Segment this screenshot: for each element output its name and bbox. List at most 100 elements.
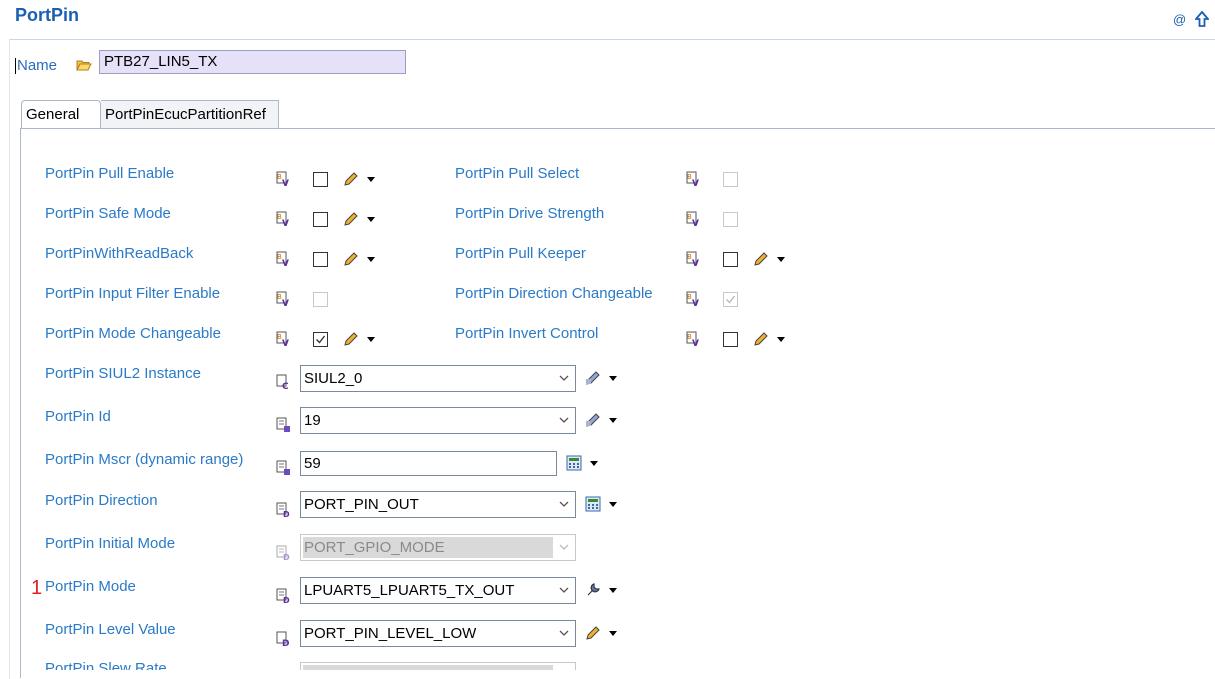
page-title: PortPin bbox=[15, 5, 80, 25]
chevron-down-icon bbox=[559, 417, 569, 423]
level-value-select[interactable]: PORT_PIN_LEVEL_LOW bbox=[300, 620, 576, 647]
dropdown-arrow-icon[interactable] bbox=[609, 376, 617, 381]
svg-text:V: V bbox=[692, 219, 699, 227]
left-divider bbox=[9, 39, 10, 679]
svg-text:D: D bbox=[283, 553, 290, 561]
mode-value: LPUART5_LPUART5_TX_OUT bbox=[304, 582, 515, 599]
param-label-pull-enable: PortPin Pull Enable bbox=[45, 165, 175, 182]
calculated-pencil-icon[interactable] bbox=[585, 370, 601, 386]
param-label-direction-changeable: PortPin Direction Changeable bbox=[455, 285, 653, 302]
dropdown-arrow-icon[interactable] bbox=[777, 257, 785, 262]
svg-text:D: D bbox=[282, 639, 289, 647]
svg-text:V: V bbox=[282, 179, 289, 187]
pencil-icon[interactable] bbox=[343, 331, 359, 347]
id-select[interactable]: 19 bbox=[300, 407, 576, 434]
svg-text:B: B bbox=[277, 333, 282, 341]
dropdown-arrow-icon[interactable] bbox=[590, 461, 598, 466]
checkbox-input-filter-enable[interactable] bbox=[313, 292, 328, 307]
initial-mode-select[interactable]: PORT_GPIO_MODE bbox=[300, 534, 576, 561]
dropdown-arrow-icon[interactable] bbox=[367, 337, 375, 342]
siul2-instance-value: SIUL2_0 bbox=[304, 370, 363, 387]
svg-text:V: V bbox=[282, 299, 289, 307]
checkbox-drive-strength[interactable] bbox=[723, 212, 738, 227]
row-marker: 1 bbox=[31, 577, 43, 599]
integer-param-icon bbox=[276, 460, 290, 475]
svg-text:V: V bbox=[692, 339, 699, 347]
pencil-icon[interactable] bbox=[343, 171, 359, 187]
direction-value: PORT_PIN_OUT bbox=[304, 496, 419, 513]
checkbox-pull-select[interactable] bbox=[723, 172, 738, 187]
pencil-icon[interactable] bbox=[343, 251, 359, 267]
siul2-instance-select[interactable]: SIUL2_0 bbox=[300, 365, 576, 392]
tab-divider bbox=[20, 128, 1215, 129]
checkbox-with-read-back[interactable] bbox=[313, 252, 328, 267]
svg-text:B: B bbox=[687, 213, 692, 221]
enum-param-icon: D bbox=[276, 631, 289, 647]
boolean-param-icon: VB bbox=[276, 171, 289, 187]
calculated-pencil-icon[interactable] bbox=[585, 412, 601, 428]
dropdown-arrow-icon[interactable] bbox=[367, 217, 375, 222]
dropdown-arrow-icon[interactable] bbox=[609, 418, 617, 423]
boolean-param-icon: VB bbox=[686, 251, 699, 267]
pencil-icon[interactable] bbox=[753, 331, 769, 347]
pencil-icon[interactable] bbox=[343, 211, 359, 227]
folder-open-icon[interactable] bbox=[76, 58, 92, 77]
svg-text:B: B bbox=[277, 173, 282, 181]
tab-general[interactable]: General bbox=[21, 100, 101, 129]
boolean-param-icon: VB bbox=[686, 331, 699, 347]
calculator-icon[interactable] bbox=[566, 455, 582, 471]
dropdown-arrow-icon[interactable] bbox=[609, 631, 617, 636]
param-label-drive-strength: PortPin Drive Strength bbox=[455, 205, 605, 222]
param-label-mscr: PortPin Mscr (dynamic range) bbox=[45, 451, 244, 468]
svg-text:B: B bbox=[687, 333, 692, 341]
chevron-down-icon bbox=[559, 587, 569, 593]
dropdown-arrow-icon[interactable] bbox=[609, 588, 617, 593]
param-label-with-read-back: PortPinWithReadBack bbox=[45, 245, 194, 262]
arrow-up-icon[interactable] bbox=[1194, 10, 1210, 32]
pencil-icon[interactable] bbox=[753, 251, 769, 267]
name-label: Name bbox=[15, 57, 58, 75]
svg-text:V: V bbox=[282, 219, 289, 227]
boolean-param-icon: VB bbox=[276, 211, 289, 227]
enum-param-icon: D bbox=[276, 545, 290, 561]
dropdown-arrow-icon[interactable] bbox=[609, 502, 617, 507]
checkbox-pull-enable[interactable] bbox=[313, 172, 328, 187]
dropdown-arrow-icon[interactable] bbox=[367, 177, 375, 182]
checkmark-icon bbox=[726, 295, 736, 304]
svg-text:B: B bbox=[687, 253, 692, 261]
chevron-down-icon bbox=[559, 501, 569, 507]
initial-mode-value: PORT_GPIO_MODE bbox=[304, 539, 445, 556]
mscr-input[interactable]: 59 bbox=[300, 451, 557, 476]
param-label-input-filter-enable: PortPin Input Filter Enable bbox=[45, 285, 221, 302]
name-field[interactable]: PTB27_LIN5_TX bbox=[99, 50, 406, 74]
svg-text:B: B bbox=[687, 293, 692, 301]
param-label-mode-changeable: PortPin Mode Changeable bbox=[45, 325, 221, 342]
level-value-value: PORT_PIN_LEVEL_LOW bbox=[304, 625, 477, 642]
param-label-mode: PortPin Mode bbox=[45, 578, 136, 595]
at-sign-icon[interactable]: @ bbox=[1173, 12, 1186, 27]
tab-portpin-ecuc-partition-ref[interactable]: PortPinEcucPartitionRef bbox=[101, 100, 279, 128]
checkmark-icon bbox=[316, 335, 326, 344]
param-label-pull-select: PortPin Pull Select bbox=[455, 165, 580, 182]
dropdown-arrow-icon[interactable] bbox=[777, 337, 785, 342]
checkbox-safe-mode[interactable] bbox=[313, 212, 328, 227]
calculator-icon[interactable] bbox=[585, 496, 601, 512]
checkbox-direction-changeable[interactable] bbox=[723, 292, 738, 307]
checkbox-mode-changeable[interactable] bbox=[313, 332, 328, 347]
id-value: 19 bbox=[304, 412, 321, 429]
checkbox-pull-keeper[interactable] bbox=[723, 252, 738, 267]
boolean-param-icon: VB bbox=[686, 291, 699, 307]
checkbox-invert-control[interactable] bbox=[723, 332, 738, 347]
param-label-invert-control: PortPin Invert Control bbox=[455, 325, 599, 342]
svg-text:C: C bbox=[282, 382, 289, 390]
mode-select[interactable]: LPUART5_LPUART5_TX_OUT bbox=[300, 577, 576, 604]
pencil-icon[interactable] bbox=[585, 625, 601, 641]
boolean-param-icon: VB bbox=[276, 331, 289, 347]
direction-select[interactable]: PORT_PIN_OUT bbox=[300, 491, 576, 518]
svg-text:B: B bbox=[687, 173, 692, 181]
slew-rate-select[interactable] bbox=[300, 662, 576, 670]
reference-param-icon: C bbox=[276, 374, 289, 390]
wrench-icon[interactable] bbox=[585, 582, 601, 598]
dropdown-arrow-icon[interactable] bbox=[367, 257, 375, 262]
chevron-down-icon bbox=[559, 544, 569, 550]
